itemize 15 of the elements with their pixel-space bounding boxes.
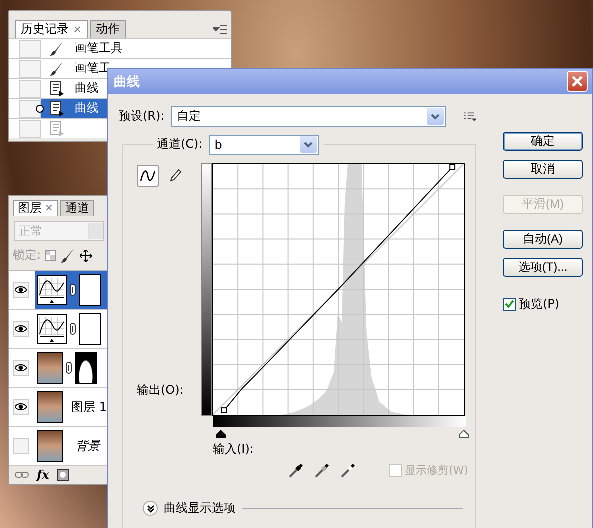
tab-label: 历史记录 <box>21 21 69 38</box>
channel-label: 通道(C): <box>157 136 203 153</box>
input-label: 输入(I): <box>213 441 254 458</box>
lock-label: 锁定: <box>13 247 42 264</box>
show-clipping-label: 显示修剪(W) <box>405 462 468 478</box>
output-label: 输出(O): <box>137 382 185 399</box>
tab-label: 通道 <box>65 200 90 217</box>
preset-label: 预设(R): <box>119 108 165 125</box>
layer-name: 背景 <box>76 438 100 454</box>
window-title: 曲线 <box>114 74 140 90</box>
layer-name: 图层 1 <box>72 398 107 416</box>
tab-label: 动作 <box>96 21 120 38</box>
tab-label: 图层 <box>18 200 42 217</box>
preview-label: 预览(P) <box>519 296 560 313</box>
display-options-label: 曲线显示选项 <box>164 500 236 517</box>
